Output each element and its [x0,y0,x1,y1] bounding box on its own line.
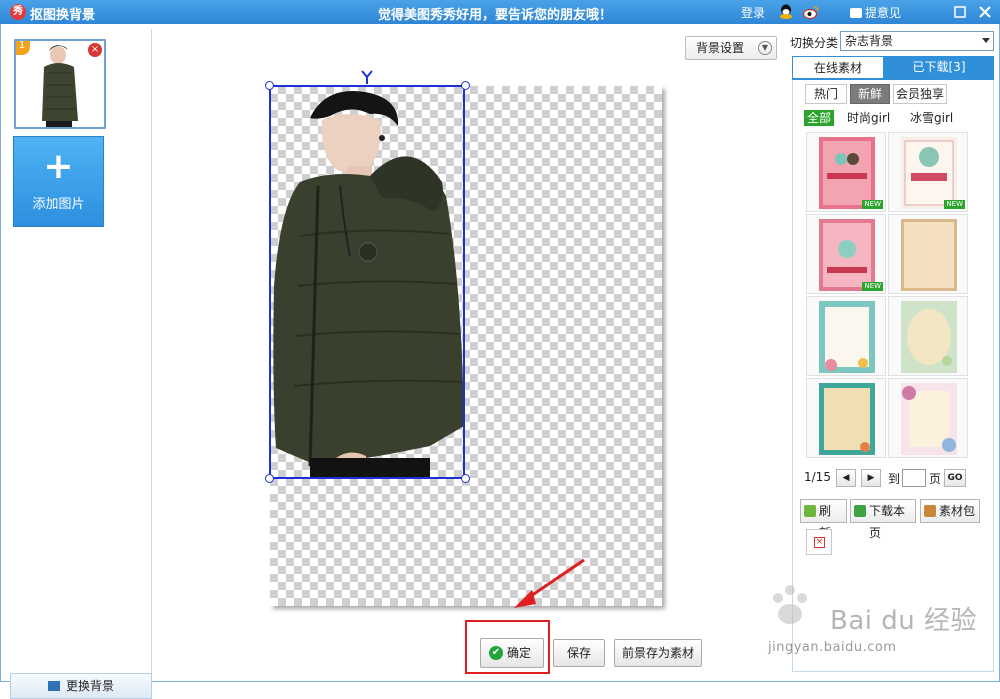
subtab-vip[interactable]: 会员独享 [893,84,947,104]
resize-handle-top-left[interactable] [265,81,274,90]
material-thumbnail[interactable] [806,378,886,458]
resize-handle-bottom-right[interactable] [461,474,470,483]
page-number-input[interactable] [902,469,926,487]
login-link[interactable]: 登录 [741,4,765,21]
background-settings-button[interactable]: 背景设置 ▼ [685,36,777,60]
window-title: 抠图换背景 [30,8,96,23]
dropdown-arrow-icon [982,38,990,43]
category-select-value: 杂志背景 [845,34,894,48]
subtab-new[interactable]: 新鲜 [850,84,890,104]
material-thumbnail[interactable] [888,296,968,376]
magazine-art [901,383,957,455]
qq-icon[interactable] [779,4,793,20]
category-select[interactable]: 杂志背景 [840,31,994,51]
new-badge: NEW [862,200,883,209]
feedback-button[interactable]: 提意见 [850,4,901,21]
resize-handle-top-right[interactable] [461,81,470,90]
package-icon [924,505,936,517]
title-bar: 秀 抠图换背景 觉得美图秀秀好用，要告诉您的朋友哦！ 登录 提意见 [0,0,1000,24]
page-label: 页 [929,472,942,486]
save-foreground-button[interactable]: 前景存为素材 [614,639,702,667]
material-thumbnail[interactable] [888,378,968,458]
new-badge: NEW [944,200,965,209]
magazine-art [901,137,957,209]
maximize-icon[interactable] [951,3,969,21]
next-page-button[interactable]: ▶ [861,469,881,487]
refresh-icon [804,505,816,517]
confirm-button[interactable]: ✔ 确定 [480,638,544,668]
rotate-handle-icon[interactable] [361,70,373,84]
feedback-label: 提意见 [865,6,902,20]
material-pack-button[interactable]: 素材包 [920,499,980,523]
watermark-brand: Bai du 经验 [830,606,978,636]
chevron-down-icon: ▼ [758,41,772,55]
material-thumbnail[interactable]: NEW [806,132,886,212]
magazine-art [819,137,875,209]
check-icon: ✔ [489,646,503,660]
go-button[interactable]: GO [944,469,966,487]
remove-thumbnail-icon[interactable]: × [88,43,102,57]
material-thumbnail[interactable] [806,296,886,376]
red-arrow-annotation [514,558,585,608]
change-background-label: 更换背景 [65,679,114,693]
new-badge: NEW [862,282,883,291]
magazine-art [819,301,875,373]
tab-online-materials[interactable]: 在线素材 [792,56,884,78]
image-thumbnail[interactable]: 1 × [14,39,106,129]
tab-downloaded[interactable]: 已下载[3] [884,56,994,78]
category-label: 切换分类 [790,36,839,50]
confirm-label: 确定 [507,646,532,660]
material-pack-label: 素材包 [939,504,976,518]
watermark-url: jingyan.baidu.com [768,640,897,655]
app-logo-icon: 秀 [10,4,26,20]
material-thumbnail[interactable] [888,214,968,294]
magazine-art [819,383,875,455]
prev-page-button[interactable]: ◀ [836,469,856,487]
material-thumbnail[interactable]: NEW [888,132,968,212]
magazine-art [901,301,957,373]
resize-handle-bottom-left[interactable] [265,474,274,483]
filter-fashion-girl[interactable]: 时尚girl [847,110,890,126]
add-image-button[interactable]: + 添加图片 [13,136,104,227]
thumbnail-panel: 1 × + 添加图片 更换背景 [4,29,152,699]
plus-icon: + [43,146,74,187]
weibo-icon[interactable] [803,4,819,20]
filter-ice-girl[interactable]: 冰雪girl [910,110,953,126]
chat-bubble-icon [850,8,862,18]
add-image-label: 添加图片 [32,197,85,212]
download-page-button[interactable]: 下载本页 [850,499,916,540]
background-settings-label: 背景设置 [696,41,745,55]
subtab-hot[interactable]: 热门 [805,84,847,104]
close-icon[interactable] [976,3,994,21]
download-icon [854,505,866,517]
goto-label: 到 [888,472,901,486]
thumbnail-index-badge: 1 [16,41,30,55]
change-background-button[interactable]: 更换背景 [10,673,152,699]
broken-image-icon: × [806,529,832,555]
slogan-text: 觉得美图秀秀好用，要告诉您的朋友哦！ [378,8,613,23]
refresh-button[interactable]: 刷新 [800,499,847,540]
magazine-art [901,219,957,291]
save-button[interactable]: 保存 [553,639,605,667]
page-indicator: 1/15 [804,470,831,484]
magazine-art [819,219,875,291]
material-thumbnail[interactable]: NEW [806,214,886,294]
filter-all[interactable]: 全部 [804,110,835,126]
selection-box[interactable] [269,85,465,479]
picture-icon [47,681,60,691]
